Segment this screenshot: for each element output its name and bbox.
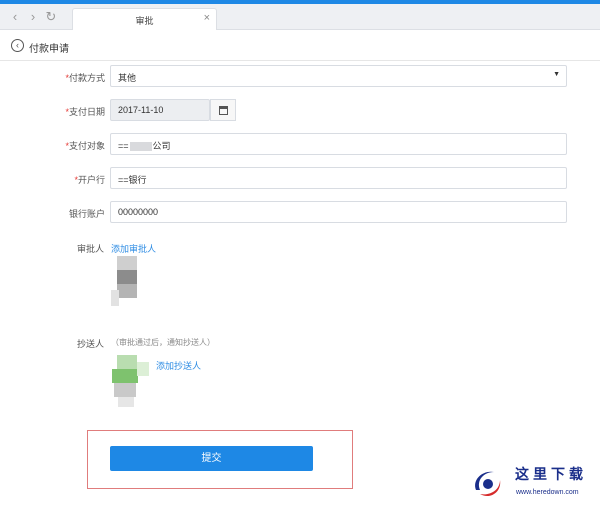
- cc-label-text: 抄送人: [76, 339, 104, 349]
- payment-method-value: 其他: [118, 73, 137, 83]
- payment-method-label-text: 付款方式: [68, 73, 105, 83]
- bank-label-text: 开户行: [77, 175, 105, 185]
- approver-label: 审批人: [0, 242, 104, 255]
- watermark-url: www.heredown.com: [516, 489, 579, 496]
- page-title: 付款申请: [29, 44, 69, 55]
- browser-tab[interactable]: 审批 ×: [72, 8, 217, 30]
- add-cc-link[interactable]: 添加抄送人: [156, 359, 201, 372]
- watermark: 这里下载 www.heredown.com: [470, 462, 598, 502]
- pay-target-label-text: 支付对象: [68, 141, 105, 151]
- watermark-text: 这里下载: [515, 467, 587, 483]
- cc-hint: （审批通过后，通知抄送人）: [111, 338, 215, 347]
- dropdown-arrow-icon: ▼: [553, 71, 560, 78]
- pay-date-label-text: 支付日期: [68, 107, 105, 117]
- payment-method-select[interactable]: 其他 ▼: [110, 65, 567, 87]
- account-value: 00000000: [118, 207, 159, 217]
- account-label: 银行账户: [0, 207, 105, 220]
- calendar-icon: [219, 106, 228, 115]
- back-arrow-icon[interactable]: ‹: [8, 10, 22, 24]
- tab-title: 审批: [135, 16, 154, 26]
- submit-button[interactable]: 提交: [110, 446, 313, 471]
- reload-icon[interactable]: ↻: [44, 10, 58, 24]
- account-label-text: 银行账户: [68, 209, 105, 219]
- cc-label: 抄送人: [0, 337, 104, 350]
- payment-method-label: *付款方式: [0, 71, 105, 84]
- approver-label-text: 审批人: [76, 244, 104, 254]
- pay-date-value: 2017-11-10: [118, 105, 164, 115]
- pay-target-label: *支付对象: [0, 139, 105, 152]
- watermark-logo-icon: [475, 471, 501, 497]
- pay-target-prefix: ==: [118, 141, 129, 151]
- bank-label: *开户行: [0, 173, 105, 186]
- forward-arrow-icon[interactable]: ›: [26, 10, 40, 24]
- account-field[interactable]: 00000000: [110, 201, 567, 223]
- pay-date-field[interactable]: 2017-11-10: [110, 99, 210, 121]
- calendar-button[interactable]: [210, 99, 236, 121]
- tab-close-icon[interactable]: ×: [204, 12, 210, 24]
- page-header: ‹ 付款申请: [0, 31, 600, 61]
- pay-target-suffix: 公司: [152, 141, 171, 151]
- redacted-block: [129, 142, 152, 152]
- bank-field[interactable]: ==银行: [110, 167, 567, 189]
- back-circle-icon[interactable]: ‹: [11, 39, 24, 52]
- browser-toolbar: ‹ › ↻ 审批 ×: [0, 4, 600, 30]
- pay-target-field[interactable]: == 公司: [110, 133, 567, 155]
- pay-date-label: *支付日期: [0, 105, 105, 118]
- bank-value: ==银行: [118, 175, 147, 185]
- add-approver-link[interactable]: 添加审批人: [111, 242, 156, 255]
